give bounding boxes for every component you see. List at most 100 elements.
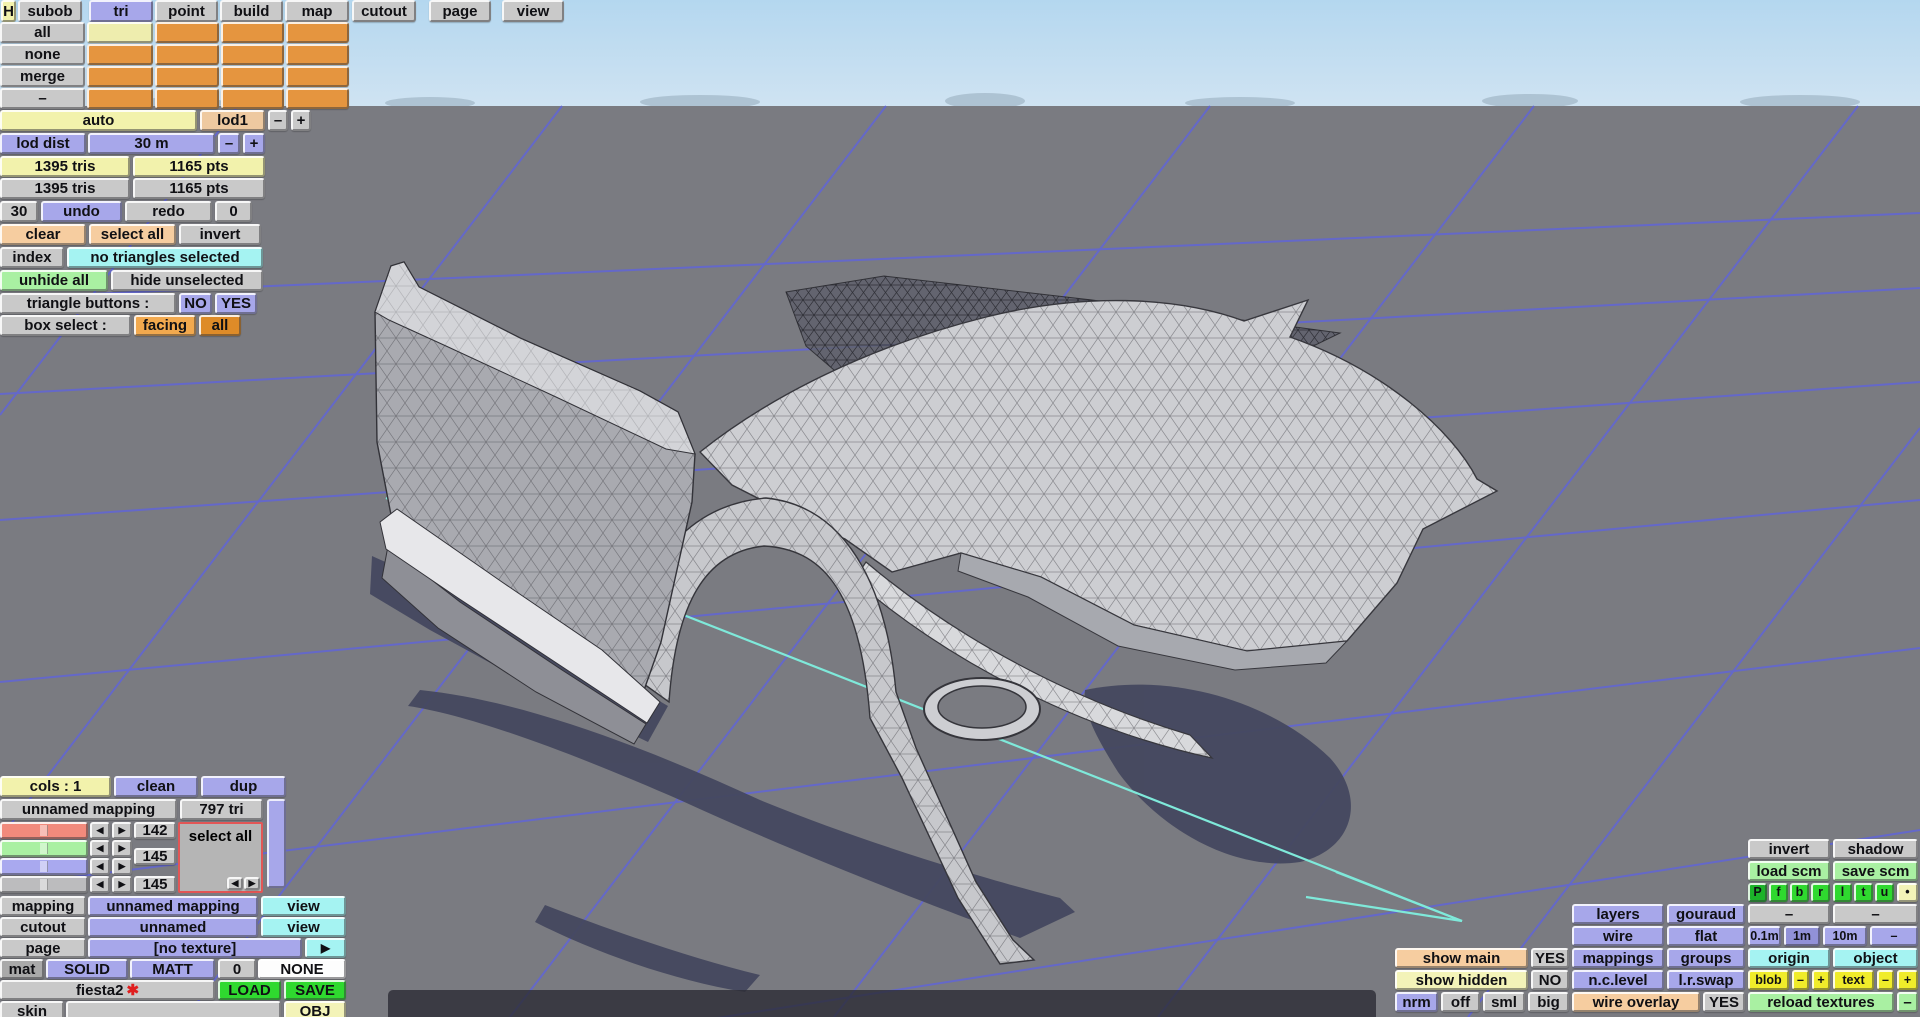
reload-dash-button[interactable]: – <box>1897 992 1918 1012</box>
subob-grid-cell[interactable] <box>221 88 284 109</box>
select-all-box[interactable]: select all ◀ ▶ <box>178 822 263 893</box>
blob-plus-button[interactable]: + <box>1812 970 1830 990</box>
flat-button[interactable]: flat <box>1667 926 1745 946</box>
redo-button[interactable]: redo <box>125 201 212 222</box>
color-swatch[interactable] <box>0 822 88 839</box>
lod-dist-plus-button[interactable]: + <box>243 133 265 154</box>
swatch-left-arrow[interactable]: ◀ <box>90 840 110 857</box>
lod-dist-minus-button[interactable]: – <box>218 133 240 154</box>
nrm-button[interactable]: nrm <box>1395 992 1438 1012</box>
blob-button[interactable]: blob <box>1748 970 1789 990</box>
grid-1m-button[interactable]: 1m <box>1784 926 1820 946</box>
mapping-label[interactable]: mapping <box>0 896 86 916</box>
grid-10m-button[interactable]: 10m <box>1823 926 1867 946</box>
show-main-toggle[interactable]: YES <box>1531 948 1569 968</box>
layers-button[interactable]: layers <box>1572 904 1664 924</box>
mat-solid-button[interactable]: SOLID <box>46 959 128 979</box>
layers-dash-button[interactable]: – <box>1748 904 1830 924</box>
swatch-handle[interactable] <box>39 879 48 890</box>
mat-matt-button[interactable]: MATT <box>130 959 215 979</box>
menu-item-cutout[interactable]: cutout <box>352 0 416 22</box>
mat-num[interactable]: 0 <box>218 959 256 979</box>
show-main-button[interactable]: show main <box>1395 948 1528 968</box>
show-hidden-toggle[interactable]: NO <box>1531 970 1569 990</box>
dup-button[interactable]: dup <box>201 776 286 797</box>
current-file-name[interactable]: fiesta2 ✱ <box>0 980 215 1000</box>
page-next-icon[interactable]: ▶ <box>305 938 346 958</box>
cols-button[interactable]: cols : 1 <box>0 776 111 797</box>
menu-item-page[interactable]: page <box>429 0 491 22</box>
subob-grid-cell[interactable] <box>221 44 284 65</box>
layers-dash-button[interactable]: – <box>1833 904 1918 924</box>
undo-button[interactable]: undo <box>41 201 122 222</box>
subob-grid-cell[interactable] <box>87 22 153 43</box>
color-swatch[interactable] <box>0 876 88 893</box>
color-swatch[interactable] <box>0 858 88 875</box>
show-hidden-button[interactable]: show hidden <box>1395 970 1528 990</box>
obj-button[interactable]: OBJ <box>284 1001 346 1017</box>
proj-f-button[interactable]: f <box>1769 883 1788 902</box>
mapping-name[interactable]: unnamed mapping <box>0 799 177 820</box>
subob-grid-cell[interactable] <box>221 22 284 43</box>
swatch-handle[interactable] <box>39 861 48 872</box>
lod-dist-value[interactable]: 30 m <box>88 133 215 154</box>
unhide-all-button[interactable]: unhide all <box>0 270 108 291</box>
swatch-right-arrow[interactable]: ▶ <box>112 858 132 875</box>
mat-label[interactable]: mat <box>0 959 44 979</box>
subob-grid-cell[interactable] <box>155 22 219 43</box>
nrm-off-button[interactable]: off <box>1441 992 1480 1012</box>
swatch-right-arrow[interactable]: ▶ <box>112 822 132 839</box>
skin-label[interactable]: skin <box>0 1001 64 1017</box>
mappings-button[interactable]: mappings <box>1572 948 1664 968</box>
wire-overlay-toggle[interactable]: YES <box>1703 992 1745 1012</box>
text-button[interactable]: text <box>1833 970 1874 990</box>
wire-button[interactable]: wire <box>1572 926 1664 946</box>
menu-item-subob[interactable]: subob <box>18 0 82 22</box>
proj-u-button[interactable]: u <box>1875 883 1894 902</box>
subob-row-label[interactable]: – <box>0 88 85 109</box>
proj-dot-button[interactable]: • <box>1897 883 1918 902</box>
menu-item-map[interactable]: map <box>285 0 349 22</box>
box-select-facing-button[interactable]: facing <box>134 315 196 336</box>
gouraud-button[interactable]: gouraud <box>1667 904 1745 924</box>
groups-button[interactable]: groups <box>1667 948 1745 968</box>
subob-row-label[interactable]: merge <box>0 66 85 87</box>
subob-grid-cell[interactable] <box>286 88 349 109</box>
grid-01m-button[interactable]: 0.1m <box>1748 926 1781 946</box>
index-button[interactable]: index <box>0 247 64 268</box>
clear-button[interactable]: clear <box>0 224 86 245</box>
subob-grid-cell[interactable] <box>87 66 153 87</box>
triangle-buttons-yes-button[interactable]: YES <box>215 293 257 314</box>
hide-unselected-button[interactable]: hide unselected <box>111 270 263 291</box>
lr-swap-button[interactable]: l.r.swap <box>1667 970 1745 990</box>
menu-item-build[interactable]: build <box>220 0 283 22</box>
nrm-big-button[interactable]: big <box>1528 992 1569 1012</box>
shadow-button[interactable]: shadow <box>1833 839 1918 859</box>
cutout-view-button[interactable]: view <box>261 917 346 937</box>
mapping-value[interactable]: unnamed mapping <box>88 896 258 916</box>
save-scm-button[interactable]: save scm <box>1833 861 1918 881</box>
triangle-buttons-no-button[interactable]: NO <box>179 293 212 314</box>
cutout-value[interactable]: unnamed <box>88 917 258 937</box>
wire-overlay-button[interactable]: wire overlay <box>1572 992 1700 1012</box>
swatch-left-arrow[interactable]: ◀ <box>90 822 110 839</box>
selbox-left-arrow[interactable]: ◀ <box>227 877 243 890</box>
clean-button[interactable]: clean <box>114 776 198 797</box>
text-minus-button[interactable]: – <box>1877 970 1894 990</box>
menu-item-h[interactable]: H <box>1 0 16 22</box>
subob-grid-cell[interactable] <box>155 66 219 87</box>
proj-p-button[interactable]: P <box>1748 883 1767 902</box>
proj-r-button[interactable]: r <box>1811 883 1830 902</box>
text-plus-button[interactable]: + <box>1897 970 1918 990</box>
proj-t-button[interactable]: t <box>1854 883 1873 902</box>
proj-b-button[interactable]: b <box>1790 883 1809 902</box>
nc-level-button[interactable]: n.c.level <box>1572 970 1664 990</box>
swatch-right-arrow[interactable]: ▶ <box>112 876 132 893</box>
nrm-sml-button[interactable]: sml <box>1483 992 1525 1012</box>
lod-level-button[interactable]: lod1 <box>200 110 265 131</box>
lod-plus-button[interactable]: + <box>291 110 311 131</box>
subob-grid-cell[interactable] <box>221 66 284 87</box>
load-scm-button[interactable]: load scm <box>1748 861 1830 881</box>
swatch-handle[interactable] <box>39 825 48 836</box>
box-select-all-button[interactable]: all <box>199 315 241 336</box>
